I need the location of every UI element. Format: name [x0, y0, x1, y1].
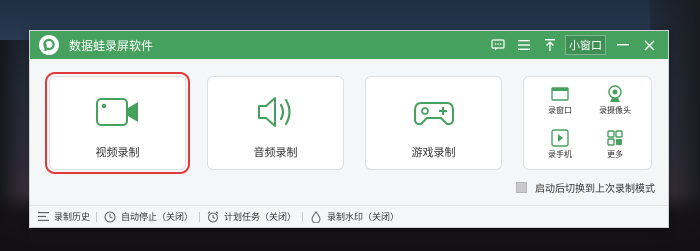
startup-mode-checkbox[interactable] [516, 182, 527, 193]
audio-record-card[interactable]: 音频录制 [207, 76, 344, 170]
window-icon [551, 85, 569, 103]
tool-record-webcam-label: 录摄像头 [599, 106, 631, 115]
pin-icon[interactable] [539, 34, 561, 56]
record-history-button[interactable]: 录制历史 [36, 210, 90, 224]
chat-icon[interactable] [487, 34, 509, 56]
divider [302, 211, 304, 222]
tool-record-window-label: 录窗口 [548, 106, 572, 115]
divider [199, 211, 201, 222]
water-drop-icon [309, 210, 323, 224]
tool-record-window[interactable]: 录窗口 [534, 79, 586, 119]
tool-more-label: 更多 [607, 150, 623, 159]
game-record-card[interactable]: 游戏录制 [365, 76, 502, 170]
audio-record-label: 音频录制 [253, 146, 298, 159]
phone-icon [551, 129, 569, 147]
tool-record-phone[interactable]: 录手机 [534, 123, 586, 163]
main-content: 视频录制 音频录制 游戏录制 录窗口 录摄像头 录手机 更多 启动后切换到上次录… [30, 59, 668, 205]
schedule-task-button[interactable]: 计划任务（关闭） [206, 210, 296, 224]
tool-record-webcam[interactable]: 录摄像头 [589, 79, 641, 119]
speaker-icon [256, 94, 296, 130]
minimize-icon[interactable] [612, 34, 634, 56]
watermark-button[interactable]: 录制水印（关闭） [309, 210, 399, 224]
startup-mode-option[interactable]: 启动后切换到上次录制模式 [516, 180, 655, 195]
auto-stop-label: 自动停止（关闭） [121, 213, 194, 223]
divider [96, 211, 98, 222]
schedule-task-label: 计划任务（关闭） [224, 213, 297, 223]
status-bar: 录制历史 自动停止（关闭） 计划任务（关闭） 录制水印（关闭） [30, 205, 668, 227]
watermark-label: 录制水印（关闭） [327, 213, 400, 223]
game-record-label: 游戏录制 [411, 146, 456, 159]
close-icon[interactable] [638, 34, 660, 56]
record-history-label: 录制历史 [54, 213, 91, 223]
title-bar-controls: 小窗口 [483, 31, 660, 59]
list-icon [36, 210, 50, 224]
app-window: 数据蛙录屏软件 小窗口 视频录制 音频录制 游戏录制 录窗口 录摄像头 录手机 … [29, 30, 669, 228]
webcam-icon [607, 85, 623, 103]
more-tools-card: 录窗口 录摄像头 录手机 更多 [523, 76, 652, 170]
gamepad-icon [413, 94, 455, 130]
menu-icon[interactable] [513, 34, 535, 56]
video-record-label: 视频录制 [95, 146, 140, 159]
video-record-card[interactable]: 视频录制 [45, 72, 190, 174]
alarm-clock-icon [206, 210, 220, 224]
app-logo-icon [39, 35, 59, 55]
video-camera-icon [95, 94, 141, 130]
title-bar[interactable]: 数据蛙录屏软件 小窗口 [30, 31, 668, 59]
startup-mode-label: 启动后切换到上次录制模式 [535, 184, 655, 195]
more-grid-icon [607, 129, 623, 147]
mini-window-button[interactable]: 小窗口 [565, 35, 606, 55]
app-title: 数据蛙录屏软件 [69, 38, 154, 53]
tool-more[interactable]: 更多 [589, 123, 641, 163]
tool-record-phone-label: 录手机 [548, 150, 572, 159]
clock-icon [103, 210, 117, 224]
auto-stop-button[interactable]: 自动停止（关闭） [103, 210, 193, 224]
